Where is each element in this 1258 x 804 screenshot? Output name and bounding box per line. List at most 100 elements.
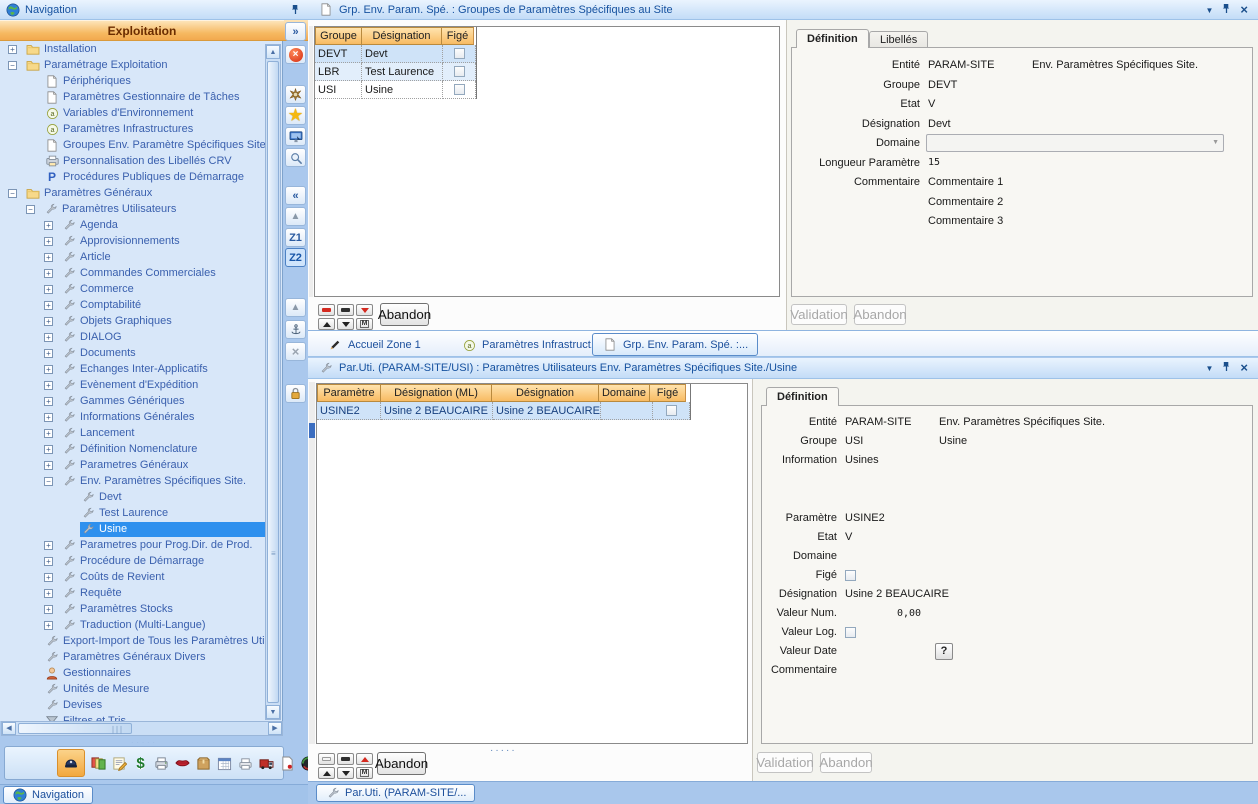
tree-item-definition-nomenclature[interactable]: +Définition Nomenclature: [0, 441, 265, 457]
tree-item-objets-graphiques[interactable]: +Objets Graphiques: [0, 313, 265, 329]
record-tri-up-button[interactable]: [318, 318, 335, 330]
collapse-icon[interactable]: ▼: [1205, 364, 1213, 373]
table-cell[interactable]: Usine 2 BEAUCAIRE: [381, 402, 493, 420]
tree-item-personnalisation-des-libelles-crv[interactable]: Personnalisation des Libellés CRV: [0, 153, 265, 169]
tree-item-parametres-generaux[interactable]: +Parametres Généraux: [0, 457, 265, 473]
monitor-button[interactable]: [285, 127, 306, 146]
scroll-right-button[interactable]: ▶: [268, 722, 282, 735]
zone-tab-grp-env-param-spe[interactable]: Grp. Env. Param. Spé. :...: [592, 333, 758, 356]
table-cell-fige[interactable]: [443, 81, 476, 99]
column-header-designation[interactable]: Désignation: [491, 384, 599, 402]
tree-expander[interactable]: +: [44, 301, 53, 310]
tab-par-uti[interactable]: Par.Uti. (PARAM-SITE/...: [316, 784, 475, 802]
column-header-designation-ml[interactable]: Désignation (ML): [380, 384, 492, 402]
validation-button[interactable]: Validation: [757, 752, 813, 773]
table-cell-fige[interactable]: [653, 402, 690, 420]
tree-item-echanges-inter-applicatifs[interactable]: +Echanges Inter-Applicatifs: [0, 361, 265, 377]
record-tri-up-button[interactable]: [318, 767, 335, 779]
abandon-button[interactable]: Abandon: [377, 752, 426, 775]
column-header-domaine[interactable]: Domaine: [598, 384, 650, 402]
tree-expander[interactable]: −: [8, 61, 17, 70]
tree-item-parametres-utilisateurs[interactable]: −Paramètres Utilisateurs: [0, 201, 265, 217]
tree-item-dialog[interactable]: +DIALOG: [0, 329, 265, 345]
truck-icon[interactable]: [257, 754, 276, 773]
document-red-icon[interactable]: [278, 754, 297, 773]
chevrons-left-button[interactable]: «: [285, 186, 306, 205]
tree-item-installation[interactable]: +Installation: [0, 41, 265, 57]
table-cell[interactable]: Devt: [362, 45, 443, 63]
tab-definition[interactable]: Définition: [766, 387, 839, 406]
tree-item-groupes-env-parametre-specifiques-site[interactable]: Groupes Env. Paramètre Spécifiques Site: [0, 137, 265, 153]
dollar-icon[interactable]: $: [131, 754, 150, 773]
tree-item-lancement[interactable]: +Lancement: [0, 425, 265, 441]
tree-item-parametres-infrastructures[interactable]: aParamètres Infrastructures: [0, 121, 265, 137]
calendar-icon[interactable]: [215, 754, 234, 773]
tab-definition[interactable]: Définition: [796, 29, 869, 48]
tree-item-traduction-multi-langue[interactable]: +Traduction (Multi-Langue): [0, 617, 265, 633]
record-m-button[interactable]: M: [356, 318, 373, 330]
scrollbar-thumb[interactable]: ∣∣∣: [18, 723, 132, 734]
tree-item-requete[interactable]: +Requête: [0, 585, 265, 601]
tree-expander[interactable]: +: [44, 589, 53, 598]
tree-item-env-parametres-specifiques-site[interactable]: −Env. Paramètres Spécifiques Site.: [0, 473, 265, 489]
column-header-designation[interactable]: Désignation: [361, 27, 442, 45]
tree-item-agenda[interactable]: +Agenda: [0, 217, 265, 233]
zone-tab-parametres-infrastruct[interactable]: aParamètres Infrastruct...: [452, 335, 609, 355]
delete-button[interactable]: ×: [285, 342, 306, 361]
favorites-button[interactable]: ★: [285, 106, 306, 125]
domaine-combobox[interactable]: ▼: [926, 134, 1224, 152]
pin-icon[interactable]: [1222, 361, 1231, 375]
fige-checkbox[interactable]: [454, 66, 465, 77]
record-m-button[interactable]: M: [356, 767, 373, 779]
table-cell[interactable]: LBR: [315, 63, 362, 81]
table-cell[interactable]: USINE2: [317, 402, 381, 420]
table-cell[interactable]: DEVT: [315, 45, 362, 63]
tree-expander[interactable]: +: [44, 349, 53, 358]
table-row[interactable]: USIUsine: [315, 81, 476, 99]
scroll-down-button[interactable]: ▼: [266, 705, 280, 719]
scroll-up-button[interactable]: ▲: [266, 45, 280, 59]
close-button[interactable]: ×: [285, 45, 306, 64]
tree-item-filtres-et-tris[interactable]: Filtres et Tris: [0, 713, 265, 721]
tree-expander[interactable]: +: [44, 285, 53, 294]
tree-item-gestionnaires[interactable]: Gestionnaires: [0, 665, 265, 681]
arrow-up-1-button[interactable]: ▲: [285, 207, 306, 226]
tree-expander[interactable]: −: [8, 189, 17, 198]
pin-icon[interactable]: [291, 4, 300, 18]
tree-item-unites-de-mesure[interactable]: Unités de Mesure: [0, 681, 265, 697]
tree-item-parametres-generaux-divers[interactable]: Paramètres Généraux Divers: [0, 649, 265, 665]
tree-item-article[interactable]: +Article: [0, 249, 265, 265]
tab-libelles[interactable]: Libellés: [869, 31, 928, 48]
tree-item-peripheriques[interactable]: Périphériques: [0, 73, 265, 89]
tree-expander[interactable]: +: [44, 445, 53, 454]
fige-checkbox[interactable]: [454, 84, 465, 95]
tree-item-export-import-de-tous-les-parametres-utilisa[interactable]: Export-Import de Tous les Paramètres Uti…: [0, 633, 265, 649]
tree-expander[interactable]: +: [44, 413, 53, 422]
tree-item-parametres-stocks[interactable]: +Paramètres Stocks: [0, 601, 265, 617]
tree-expander[interactable]: +: [44, 269, 53, 278]
zone-2-button[interactable]: Z2: [285, 248, 306, 267]
column-header-fige[interactable]: Figé: [441, 27, 474, 45]
tree-item-commandes-commerciales[interactable]: +Commandes Commerciales: [0, 265, 265, 281]
package-icon[interactable]: [194, 754, 213, 773]
tree-item-usine[interactable]: Usine: [0, 521, 265, 537]
search-button[interactable]: [285, 148, 306, 167]
pin-icon[interactable]: [1222, 3, 1231, 17]
tree-expander[interactable]: +: [44, 237, 53, 246]
tree-item-devt[interactable]: Devt: [0, 489, 265, 505]
tree-item-evenement-d-expedition[interactable]: +Evènement d'Expédition: [0, 377, 265, 393]
tree-item-comptabilite[interactable]: +Comptabilité: [0, 297, 265, 313]
close-icon[interactable]: ×: [1240, 5, 1248, 15]
record-red-bar-button[interactable]: [318, 304, 335, 316]
tree-item-procedure-de-demarrage[interactable]: +Procédure de Démarrage: [0, 553, 265, 569]
fige-checkbox[interactable]: [845, 570, 856, 581]
tab-navigation[interactable]: Navigation: [3, 786, 93, 804]
table-cell-fige[interactable]: [443, 63, 476, 81]
table-cell[interactable]: Usine 2 BEAUCAIRE: [493, 402, 601, 420]
lock-button[interactable]: [285, 384, 306, 403]
tree-item-commerce[interactable]: +Commerce: [0, 281, 265, 297]
printer-icon[interactable]: [236, 754, 255, 773]
close-icon[interactable]: ×: [1240, 363, 1248, 373]
tree-expander[interactable]: +: [44, 429, 53, 438]
record-play-bar-button[interactable]: [337, 304, 354, 316]
